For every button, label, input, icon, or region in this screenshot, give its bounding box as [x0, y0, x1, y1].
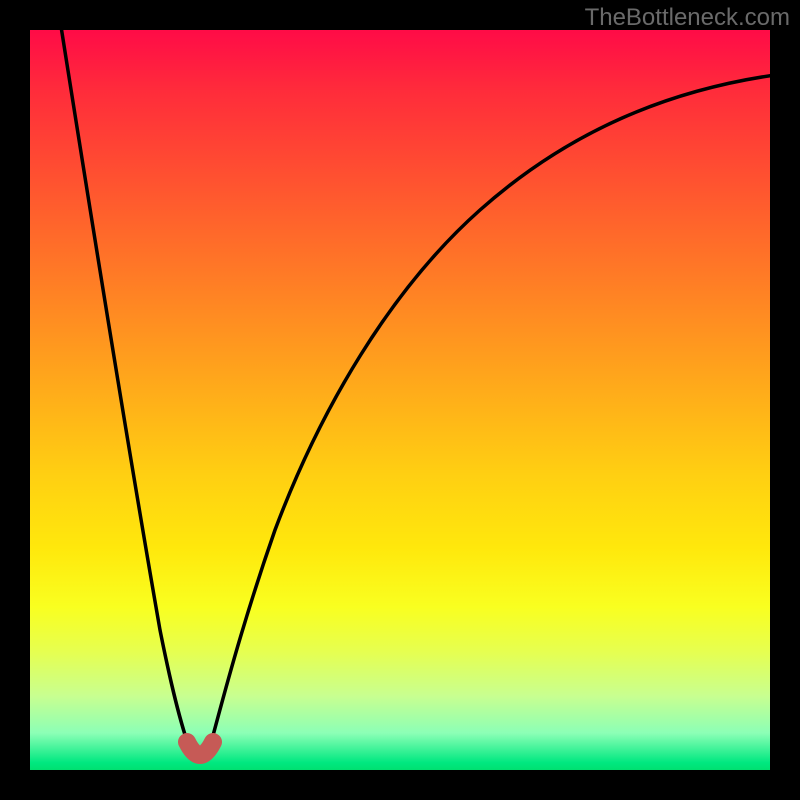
curves-svg: [30, 30, 770, 770]
right-branch-curve: [207, 75, 770, 758]
attribution-text: TheBottleneck.com: [585, 4, 790, 32]
minimum-marker: [187, 742, 213, 755]
left-branch-curve: [60, 30, 193, 758]
figure-canvas: TheBottleneck.com: [0, 0, 800, 800]
plot-area: [30, 30, 770, 770]
